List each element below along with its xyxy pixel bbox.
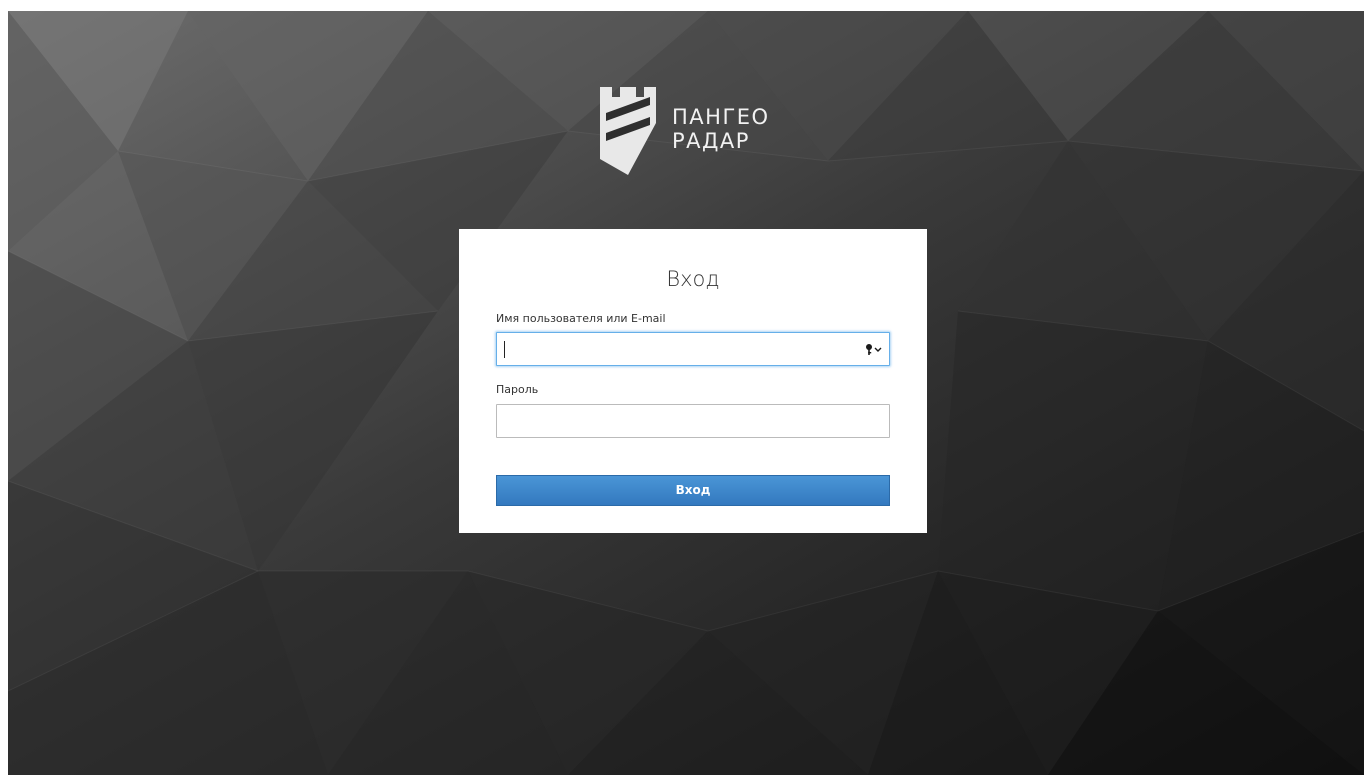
username-field[interactable] — [496, 332, 890, 366]
key-autofill-glyph — [866, 344, 882, 355]
username-input[interactable] — [497, 333, 889, 365]
castle-tower-shield-icon — [600, 87, 656, 175]
username-label: Имя пользователя или E-mail — [496, 312, 666, 325]
brand-name-line1: ПАНГЕО — [672, 105, 770, 129]
login-card: Вход Имя пользователя или E-mail Пароль … — [459, 229, 927, 533]
password-field[interactable] — [496, 404, 890, 438]
brand-name-line2: РАДАР — [672, 129, 750, 153]
brand-name: ПАНГЕО РАДАР — [672, 105, 770, 153]
login-page: ПАНГЕО РАДАР Вход Имя пользователя или E… — [8, 11, 1364, 775]
password-label: Пароль — [496, 383, 539, 396]
text-caret — [504, 341, 505, 358]
password-input[interactable] — [497, 405, 889, 437]
key-autofill-icon[interactable] — [865, 343, 883, 356]
login-button[interactable]: Вход — [496, 475, 890, 506]
brand-logo: ПАНГЕО РАДАР — [598, 83, 770, 175]
login-title: Вход — [666, 267, 720, 291]
